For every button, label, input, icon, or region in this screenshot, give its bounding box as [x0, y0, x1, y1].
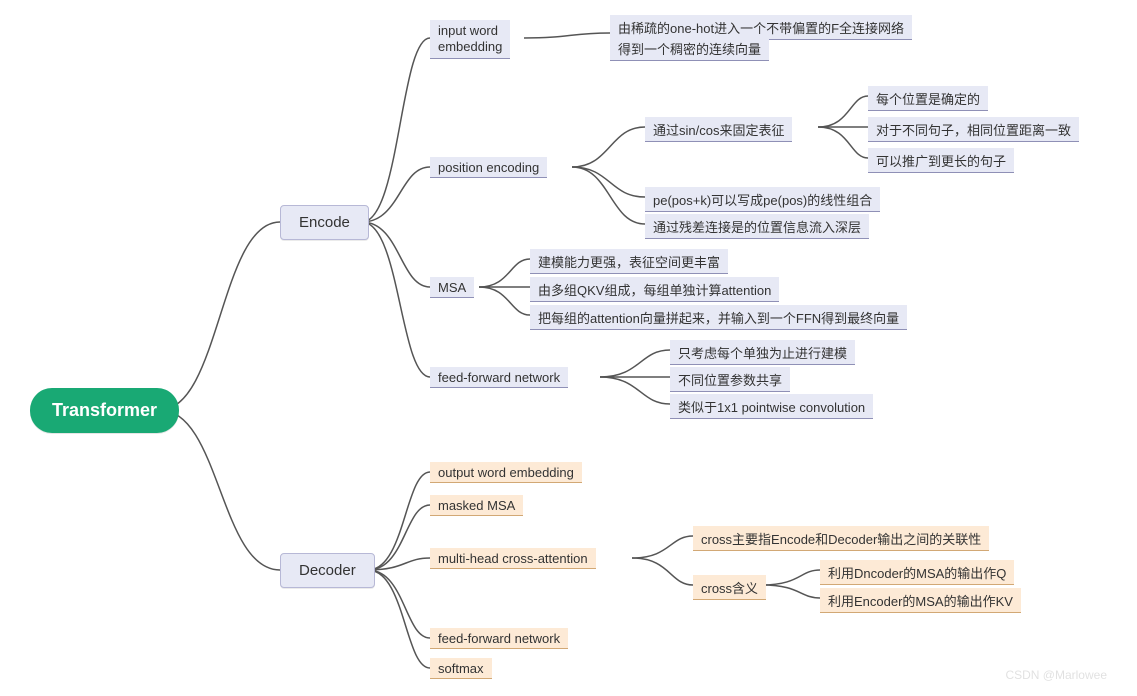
node-masked-msa[interactable]: masked MSA [430, 495, 523, 516]
node-softmax[interactable]: softmax [430, 658, 492, 679]
leaf-msa-1: 由多组QKV组成，每组单独计算attention [530, 277, 779, 302]
node-position-encoding[interactable]: position encoding [430, 157, 547, 178]
leaf-pe-sin-1: 对于不同句子，相同位置距离一致 [868, 117, 1079, 142]
leaf-cross-meaning-0: 利用Dncoder的MSA的输出作Q [820, 560, 1014, 585]
watermark: CSDN @Marlowee [1005, 668, 1107, 682]
leaf-msa-2: 把每组的attention向量拼起来，并输入到一个FFN得到最终向量 [530, 305, 907, 330]
node-msa[interactable]: MSA [430, 277, 474, 298]
leaf-pe-linear: pe(pos+k)可以写成pe(pos)的线性组合 [645, 187, 880, 212]
node-ffn-encode[interactable]: feed-forward network [430, 367, 568, 388]
branch-decoder[interactable]: Decoder [280, 553, 375, 588]
leaf-msa-0: 建模能力更强，表征空间更丰富 [530, 249, 728, 274]
leaf-iwe-note-1: 得到一个稠密的连续向量 [610, 36, 769, 61]
leaf-pe-sin[interactable]: 通过sin/cos来固定表征 [645, 117, 792, 142]
root-transformer[interactable]: Transformer [30, 388, 179, 433]
leaf-ffn-enc-1: 不同位置参数共享 [670, 367, 790, 392]
leaf-pe-sin-0: 每个位置是确定的 [868, 86, 988, 111]
leaf-cross-p1: cross主要指Encode和Decoder输出之间的关联性 [693, 526, 989, 551]
node-input-word-embedding[interactable]: input wordembedding [430, 20, 510, 59]
leaf-ffn-enc-0: 只考虑每个单独为止进行建模 [670, 340, 855, 365]
node-ffn-decode[interactable]: feed-forward network [430, 628, 568, 649]
label: input wordembedding [438, 23, 502, 54]
leaf-cross-meaning-1: 利用Encoder的MSA的输出作KV [820, 588, 1021, 613]
leaf-pe-sin-2: 可以推广到更长的句子 [868, 148, 1014, 173]
leaf-ffn-enc-2: 类似于1x1 pointwise convolution [670, 394, 873, 419]
node-output-word-embedding[interactable]: output word embedding [430, 462, 582, 483]
node-cross-attention[interactable]: multi-head cross-attention [430, 548, 596, 569]
branch-encode[interactable]: Encode [280, 205, 369, 240]
leaf-pe-residual: 通过残差连接是的位置信息流入深层 [645, 214, 869, 239]
node-cross-meaning[interactable]: cross含义 [693, 575, 766, 600]
